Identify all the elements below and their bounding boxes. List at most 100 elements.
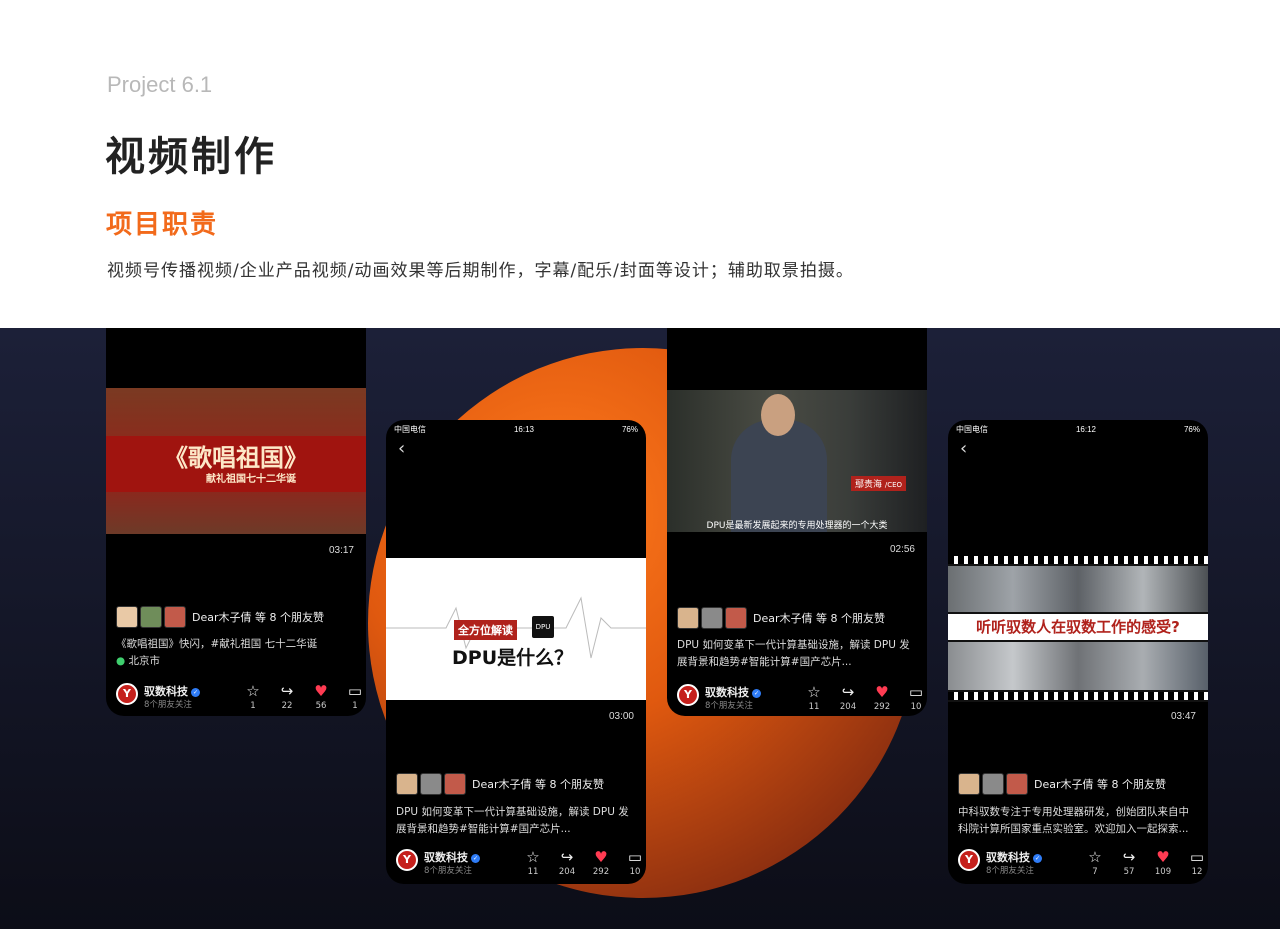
- like-count: 292: [592, 867, 610, 877]
- location[interactable]: ● 北京市: [116, 653, 356, 670]
- action-bar: Y 驭数科技 ✓ 8个朋友关注 ☆ 7 ↪ 57 ♥ 109 ▭ 12: [958, 849, 1204, 879]
- followers-text: 8个朋友关注: [986, 866, 1034, 876]
- friend-avatar: [444, 773, 466, 795]
- friend-avatar: [396, 773, 418, 795]
- account-name[interactable]: 驭数科技 ✓: [986, 849, 1042, 865]
- like-button[interactable]: ♥ 292: [588, 849, 614, 877]
- video-duration: 02:56: [889, 544, 915, 555]
- star-icon: ☆: [246, 682, 260, 700]
- name-tag: 鄢贵海 /CEO: [851, 476, 907, 491]
- action-bar: Y 驭数科技 ✓ 8个朋友关注 ☆ 1 ↪ 22 ♥ 56 ▭ 1: [116, 683, 362, 713]
- comment-button[interactable]: ▭ 10: [622, 849, 646, 877]
- heart-icon: ♥: [1156, 848, 1170, 866]
- video-cover-2[interactable]: 全方位解读 DPU DPU是什么？: [386, 558, 646, 700]
- followers-text: 8个朋友关注: [144, 700, 192, 710]
- back-icon[interactable]: ‹: [948, 438, 1208, 460]
- comment-count: 10: [910, 702, 922, 712]
- cover-banner: 听听驭数人在驭数工作的感受?: [976, 618, 1180, 636]
- likes-text: Dear木子倩 等 8 个朋友赞: [1034, 778, 1166, 791]
- account-logo-icon[interactable]: Y: [396, 849, 418, 871]
- followers-text: 8个朋友关注: [424, 866, 472, 876]
- favorite-button[interactable]: ☆ 11: [520, 849, 546, 877]
- back-icon[interactable]: ‹: [386, 438, 646, 460]
- share-icon: ↪: [280, 682, 294, 700]
- comment-button[interactable]: ▭ 12: [1184, 849, 1208, 877]
- battery: 76%: [621, 424, 638, 434]
- friend-avatar: [958, 773, 980, 795]
- video-cover-3[interactable]: 鄢贵海 /CEO DPU是最新发展起来的专用处理器的一个大类: [667, 390, 927, 532]
- likes-text: Dear木子倩 等 8 个朋友赞: [192, 611, 324, 624]
- account-name[interactable]: 驭数科技 ✓: [144, 683, 200, 699]
- location-pin-icon: ●: [116, 655, 126, 667]
- phone-mockup-3: 鄢贵海 /CEO DPU是最新发展起来的专用处理器的一个大类 02:56 Dea…: [667, 328, 927, 716]
- video-duration: 03:00: [608, 711, 634, 722]
- like-button[interactable]: ♥ 56: [308, 683, 334, 711]
- favorite-button[interactable]: ☆ 11: [801, 684, 827, 712]
- favorite-button[interactable]: ☆ 7: [1082, 849, 1108, 877]
- account-name-text: 驭数科技: [705, 686, 749, 699]
- like-button[interactable]: ♥ 109: [1150, 849, 1176, 877]
- account-logo-icon[interactable]: Y: [958, 849, 980, 871]
- likes-text: Dear木子倩 等 8 个朋友赞: [472, 778, 604, 791]
- account-name-text: 驭数科技: [144, 685, 188, 698]
- friend-avatar: [1006, 773, 1028, 795]
- share-icon: ↪: [1122, 848, 1136, 866]
- video-caption: DPU 如何变革下一代计算基础设施，解读 DPU 发展背景和趋势#智能计算#国产…: [396, 806, 629, 835]
- share-button[interactable]: ↪ 204: [835, 684, 861, 712]
- account-logo-icon[interactable]: Y: [677, 684, 699, 706]
- share-icon: ↪: [560, 848, 574, 866]
- status-bar: 中国电信 16:12 76%: [948, 420, 1208, 438]
- phone-mockup-1: 《歌唱祖国》 献礼祖国七十二华诞 03:17 Dear木子倩 等 8 个朋友赞 …: [106, 328, 366, 716]
- share-icon: ↪: [841, 683, 855, 701]
- account-name[interactable]: 驭数科技 ✓: [424, 849, 480, 865]
- video-caption: 中科驭数专注于专用处理器研发，创始团队来自中科院计算所国家重点实验室。欢迎加入一…: [958, 806, 1189, 835]
- share-count: 57: [1123, 867, 1135, 877]
- cover-title: DPU是什么？: [452, 647, 574, 669]
- video-caption: DPU 如何变革下一代计算基础设施，解读 DPU 发展背景和趋势#智能计算#国产…: [677, 639, 910, 668]
- friend-avatar: [140, 606, 162, 628]
- account-name-text: 驭数科技: [424, 851, 468, 864]
- video-cover-1[interactable]: 《歌唱祖国》 献礼祖国七十二华诞: [106, 388, 366, 534]
- like-count: 292: [873, 702, 891, 712]
- share-button[interactable]: ↪ 57: [1116, 849, 1142, 877]
- comment-icon: ▭: [908, 683, 924, 701]
- heart-icon: ♥: [314, 682, 328, 700]
- status-time: 16:12: [1075, 424, 1096, 434]
- like-count: 109: [1154, 867, 1172, 877]
- share-button[interactable]: ↪ 204: [554, 849, 580, 877]
- account-name[interactable]: 驭数科技 ✓: [705, 684, 761, 700]
- video-duration: 03:17: [328, 545, 354, 556]
- like-button[interactable]: ♥ 292: [869, 684, 895, 712]
- video-caption: 《歌唱祖国》快闪，#献礼祖国 七十二华诞 ● 北京市: [116, 636, 356, 670]
- star-icon: ☆: [1088, 848, 1102, 866]
- status-time: 16:13: [513, 424, 534, 434]
- status-bar: 中国电信 16:13 76%: [386, 420, 646, 438]
- project-number: Project 6.1: [107, 72, 213, 97]
- role-tag-text: /CEO: [884, 481, 903, 489]
- cover-chip: DPU: [532, 616, 554, 638]
- header-section: Project 6.1 视频制作 项目职责 视频号传播视频/企业产品视频/动画效…: [0, 0, 1280, 328]
- heart-icon: ♥: [594, 848, 608, 866]
- location-text: 北京市: [128, 655, 161, 667]
- carrier: 中国电信: [394, 424, 426, 434]
- video-cover-4[interactable]: 听听驭数人在驭数工作的感受?: [948, 556, 1208, 702]
- comment-button[interactable]: ▭ 10: [903, 684, 927, 712]
- account-logo-icon[interactable]: Y: [116, 683, 138, 705]
- friend-avatar: [701, 607, 723, 629]
- battery: 76%: [1183, 424, 1200, 434]
- verified-icon: ✓: [1033, 853, 1042, 863]
- followers-text: 8个朋友关注: [705, 701, 753, 711]
- share-button[interactable]: ↪ 22: [274, 683, 300, 711]
- caption-text: 《歌唱祖国》快闪，#献礼祖国 七十二华诞: [116, 638, 318, 650]
- account-name-text: 驭数科技: [986, 851, 1030, 864]
- favorite-count: 7: [1092, 867, 1098, 877]
- video-duration: 03:47: [1170, 711, 1196, 722]
- verified-icon: ✓: [471, 853, 480, 863]
- phone-mockup-4: 中国电信 16:12 76% ‹ 听听驭数人在驭数工作的感受? 03:47 De…: [948, 420, 1208, 884]
- likes-text: Dear木子倩 等 8 个朋友赞: [753, 612, 885, 625]
- favorite-count: 1: [250, 701, 256, 711]
- friend-avatar: [116, 606, 138, 628]
- share-count: 22: [281, 701, 293, 711]
- favorite-button[interactable]: ☆ 1: [240, 683, 266, 711]
- comment-button[interactable]: ▭ 1: [342, 683, 366, 711]
